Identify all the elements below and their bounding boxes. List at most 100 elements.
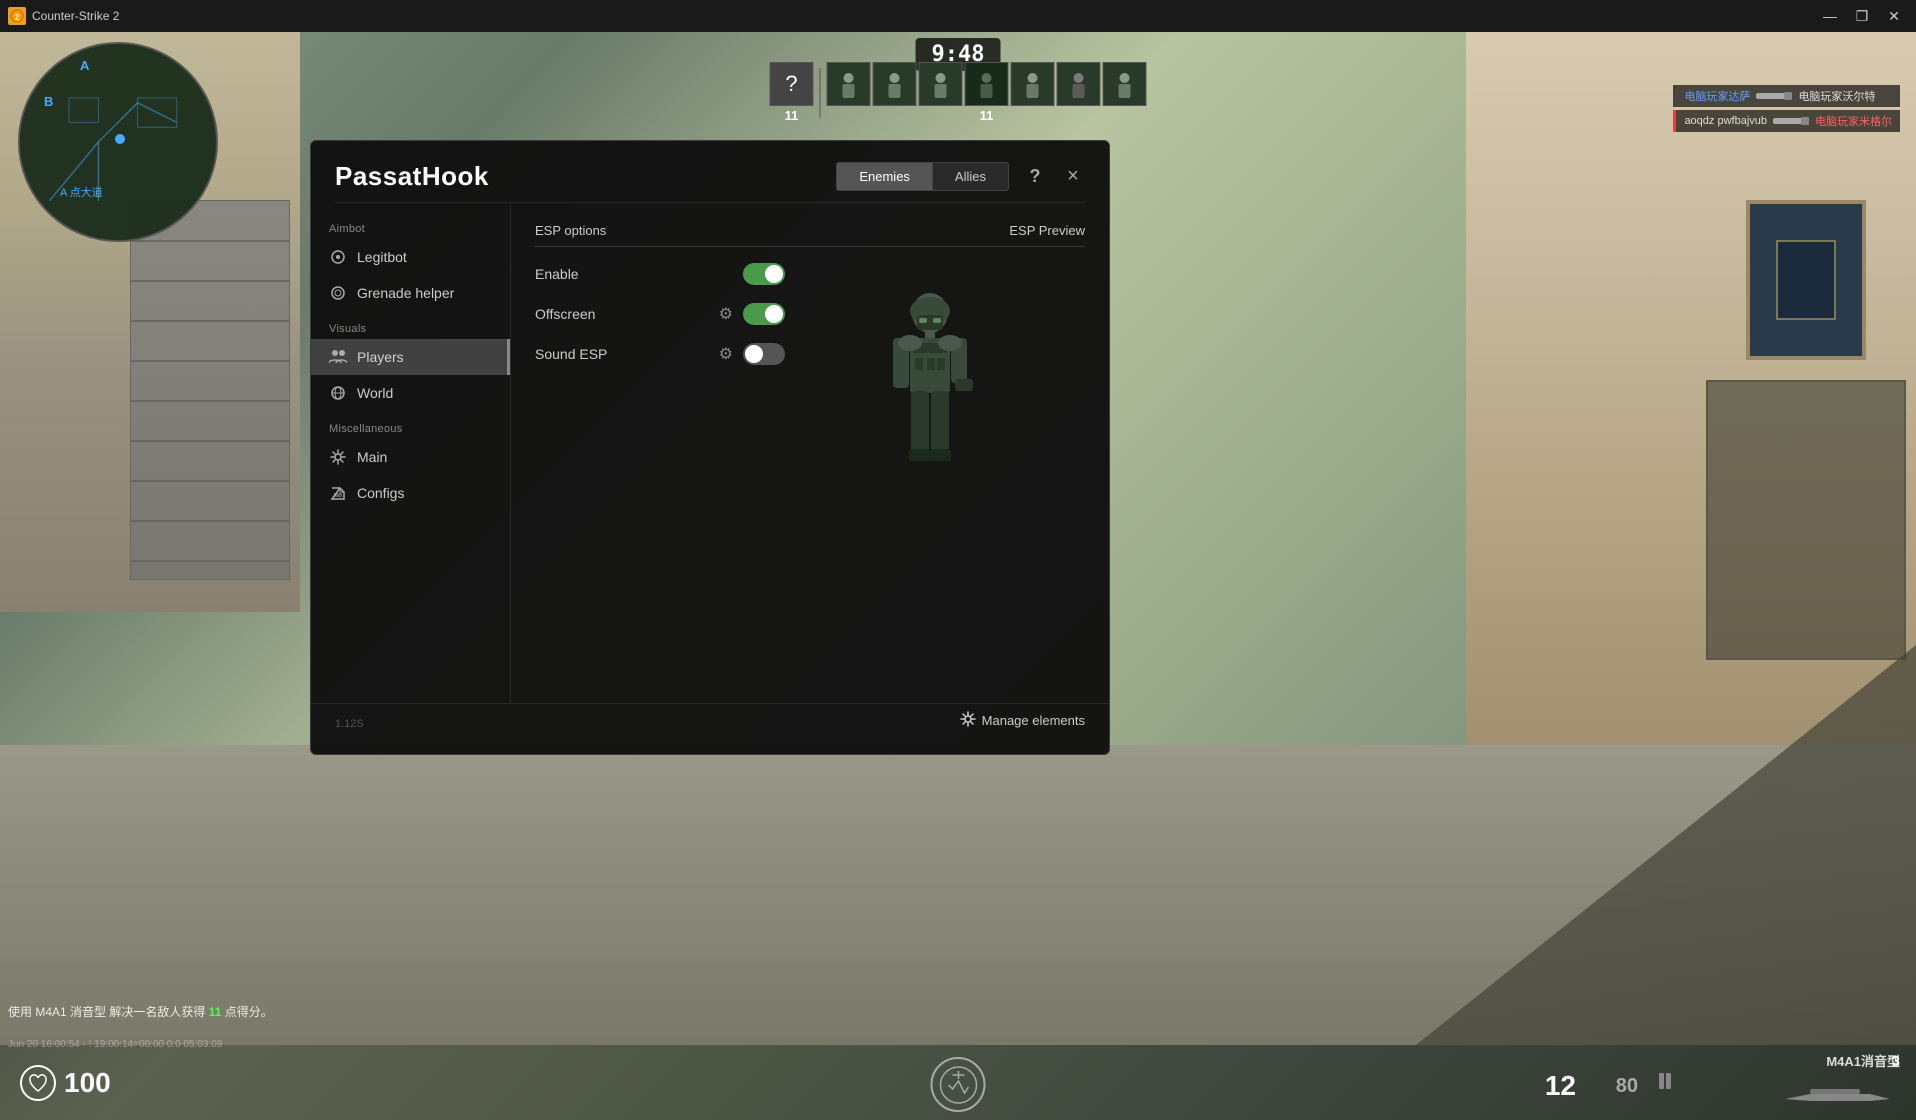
esp-row-enable: Enable — [535, 263, 785, 285]
esp-preview-area — [805, 263, 1085, 683]
esp-enable-toggle[interactable] — [743, 263, 785, 285]
sidebar-item-grenade[interactable]: Grenade helper — [311, 275, 510, 311]
hud-player-group-left: ? 11 — [770, 62, 814, 123]
main-label: Main — [357, 449, 387, 465]
sound-gear-icon[interactable]: ⚙ — [719, 344, 733, 364]
dialog-close-button[interactable]: × — [1061, 165, 1085, 189]
killfeed-victim-2: 电脑玩家米格尔 — [1815, 113, 1892, 129]
world-icon — [329, 384, 347, 402]
esp-options-title: ESP options — [535, 223, 606, 238]
dialog-version: 1.12S — [335, 718, 364, 730]
main-icon — [329, 448, 347, 466]
sidebar-item-configs[interactable]: Configs — [311, 475, 510, 511]
hud-player-count-left: 11 — [785, 108, 799, 123]
killfeed-victim-1: 电脑玩家沃尔特 — [1798, 88, 1875, 104]
kill-message-text: 使用 M4A1 消音型 解决一名敌人获得 — [8, 1005, 209, 1019]
hud-kills-area: 12 — [1545, 1070, 1576, 1102]
killfeed-item-1: 电脑玩家达萨 电脑玩家沃尔特 — [1673, 85, 1900, 107]
hud-player-group-right: 11 — [827, 62, 1147, 123]
armor-value: 80 — [1616, 1075, 1638, 1097]
legitbot-icon — [329, 248, 347, 266]
weapon-name: M4A1消音型 — [1826, 1051, 1900, 1070]
manage-elements-label: Manage elements — [982, 713, 1085, 728]
sidebar-item-legitbot[interactable]: Legitbot — [311, 239, 510, 275]
sidebar-item-world[interactable]: World — [311, 375, 510, 411]
hud-player-icon-6 — [1057, 62, 1101, 106]
sidebar-item-players[interactable]: Players — [311, 339, 510, 375]
killfeed: 电脑玩家达萨 电脑玩家沃尔特 aoqdz pwfbajvub 电脑玩家米格尔 — [1673, 85, 1900, 132]
hud-datetime: Jun 20 16:00:54 - ǃ 19:00:14=00:00 0:0 0… — [8, 1039, 222, 1050]
datetime-text: Jun 20 16:00:54 - ǃ 19:00:14=00:00 0:0 0… — [8, 1039, 222, 1050]
sidebar-item-main[interactable]: Main — [311, 439, 510, 475]
offscreen-gear-icon[interactable]: ⚙ — [719, 304, 733, 324]
killfeed-weapon-icon-1 — [1756, 89, 1792, 103]
hud-health-display: 100 — [20, 1065, 111, 1101]
app-icon: 2 — [8, 7, 26, 25]
esp-row-offscreen: Offscreen ⚙ — [535, 303, 785, 325]
close-button[interactable]: ✕ — [1880, 6, 1908, 26]
titlebar: 2 Counter-Strike 2 — ❐ ✕ — [0, 0, 1916, 32]
kills-value: 12 — [1545, 1070, 1576, 1102]
esp-enable-controls — [743, 263, 785, 285]
hud-kill-message: 使用 M4A1 消音型 解决一名敌人获得 11 点得分。 — [8, 1003, 273, 1020]
kill-points: 11 — [209, 1005, 222, 1019]
dialog-tab-bar: Enemies Allies — [836, 162, 1009, 191]
esp-options-list: Enable Offscreen ⚙ — [535, 263, 785, 683]
dialog-header-right: Enemies Allies ? × — [836, 162, 1085, 191]
minimap: A B A 点大道 — [18, 42, 218, 242]
hud-player-icons-right — [827, 62, 1147, 106]
esp-preview-character — [865, 283, 995, 483]
esp-preview-title: ESP Preview — [1009, 223, 1085, 238]
dialog: PassatHook Enemies Allies ? × Aimbot Leg… — [310, 140, 1110, 755]
world-label: World — [357, 385, 393, 401]
esp-offscreen-label: Offscreen — [535, 306, 595, 322]
killfeed-killer-1: 电脑玩家达萨 — [1684, 88, 1750, 104]
window-controls: — ❐ ✕ — [1816, 6, 1908, 26]
manage-elements-button[interactable]: Manage elements — [960, 711, 1085, 730]
killfeed-item-2: aoqdz pwfbajvub 电脑玩家米格尔 — [1673, 110, 1900, 132]
configs-label: Configs — [357, 485, 404, 501]
grenade-label: Grenade helper — [357, 285, 454, 301]
hud-number-right: 3 — [1892, 1053, 1900, 1070]
esp-row-sound: Sound ESP ⚙ — [535, 343, 785, 365]
grenade-icon — [329, 284, 347, 302]
hud-player-icon-5 — [1011, 62, 1055, 106]
sidebar: Aimbot Legitbot Grenade helper Visuals P — [311, 203, 511, 703]
tab-allies[interactable]: Allies — [933, 162, 1009, 191]
hud-player-icon-4 — [965, 62, 1009, 106]
esp-offscreen-toggle[interactable] — [743, 303, 785, 325]
help-button[interactable]: ? — [1023, 165, 1047, 189]
hud-player-icon-7 — [1103, 62, 1147, 106]
hud-armor-area: 80 — [1616, 1075, 1638, 1098]
dialog-content: ESP options ESP Preview Enable Offscree — [511, 203, 1109, 703]
minimize-button[interactable]: — — [1816, 6, 1844, 26]
hud-player-icon-1 — [827, 62, 871, 106]
hud-player-count-right: 11 — [980, 108, 994, 123]
dialog-header: PassatHook Enemies Allies ? × — [311, 141, 1109, 202]
tab-enemies[interactable]: Enemies — [836, 162, 933, 191]
legitbot-label: Legitbot — [357, 249, 407, 265]
sidebar-section-aimbot: Aimbot — [311, 211, 510, 239]
restore-button[interactable]: ❐ — [1848, 6, 1876, 26]
hud-player-unknown: ? — [770, 62, 814, 106]
dialog-body: Aimbot Legitbot Grenade helper Visuals P — [311, 203, 1109, 703]
esp-enable-label: Enable — [535, 266, 579, 282]
hud-player-icons-left: ? — [770, 62, 814, 106]
hud-center-emblem — [931, 1057, 986, 1112]
hud-bottom: 100 12 80 M4A1消音型 3 — [0, 1045, 1916, 1120]
left-shutter — [130, 200, 290, 580]
esp-sound-label: Sound ESP — [535, 346, 607, 362]
esp-sound-toggle[interactable] — [743, 343, 785, 365]
configs-icon — [329, 484, 347, 502]
window-title: Counter-Strike 2 — [32, 9, 1816, 23]
svg-text:2: 2 — [15, 13, 20, 22]
health-value: 100 — [64, 1067, 111, 1099]
right-gate — [1706, 380, 1906, 660]
hud-ammo-icon — [1656, 1071, 1676, 1096]
sidebar-section-misc: Miscellaneous — [311, 411, 510, 439]
manage-elements-icon — [960, 711, 976, 730]
content-section-header: ESP options ESP Preview — [535, 223, 1085, 247]
dialog-title: PassatHook — [335, 161, 489, 192]
sidebar-section-visuals: Visuals — [311, 311, 510, 339]
killfeed-killer-2: aoqdz pwfbajvub — [1684, 115, 1767, 127]
